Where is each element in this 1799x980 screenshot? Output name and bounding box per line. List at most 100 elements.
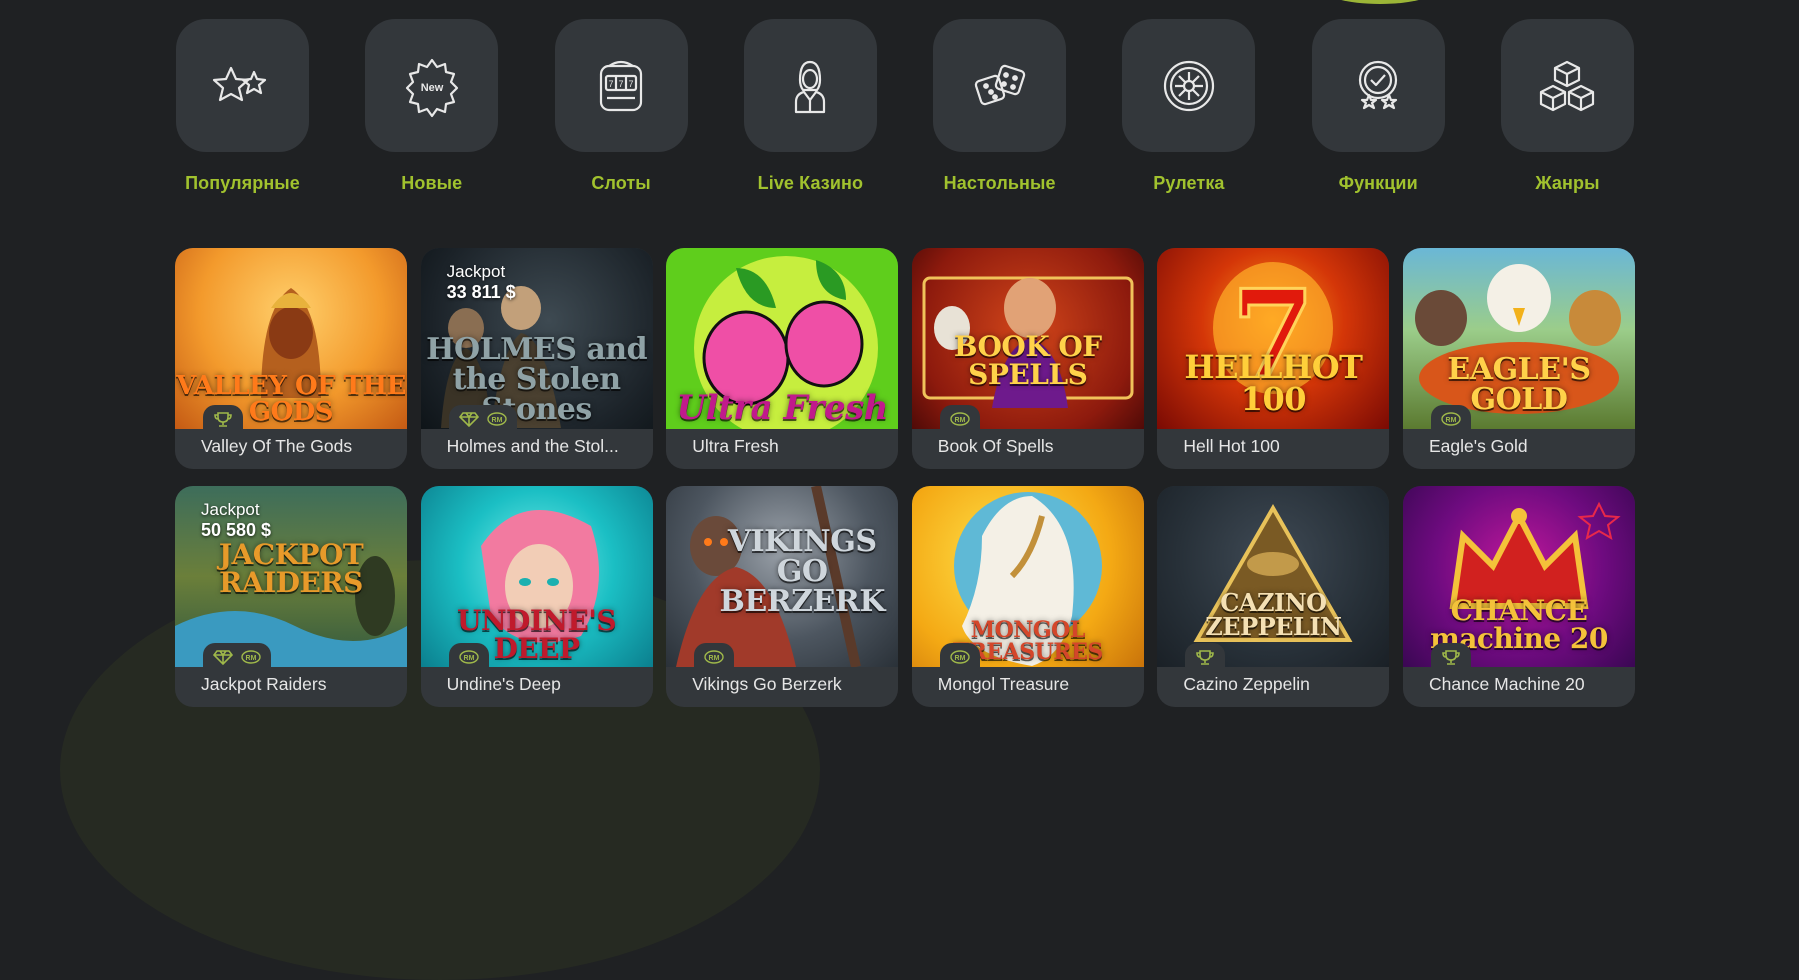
- svg-text:New: New: [420, 82, 443, 94]
- game-thumbnail[interactable]: Jackpot 33 811 $ HOLMES and the Stolen S…: [420, 248, 653, 429]
- game-card-hell-hot-100[interactable]: 7 HELLHOT 100 Hell Hot 100: [1157, 248, 1390, 469]
- category-tile[interactable]: [933, 19, 1067, 152]
- game-card-ultra-fresh[interactable]: Ultra Fresh Ultra Fresh: [666, 248, 899, 469]
- category-genres[interactable]: Жанры: [1500, 19, 1634, 194]
- game-badges: [1430, 643, 1471, 671]
- game-badges: RM: [939, 643, 980, 671]
- game-name: Book Of Spells: [937, 436, 1054, 456]
- svg-text:RM: RM: [463, 655, 474, 662]
- diamond-icon: [213, 650, 233, 665]
- game-badges: RM: [203, 643, 271, 671]
- category-tile[interactable]: New: [365, 19, 499, 152]
- svg-text:RM: RM: [954, 655, 965, 662]
- game-card-undines-deep[interactable]: UNDINE'S DEEP RM Undine's Deep: [420, 486, 653, 707]
- jackpot-label: Jackpot: [446, 262, 506, 281]
- rm-icon: RM: [950, 650, 970, 664]
- game-card-cazino-zeppelin[interactable]: CAZINO ZEPPELIN Cazino Zeppelin: [1157, 486, 1390, 707]
- jackpot-info: Jackpot 50 580 $: [201, 500, 271, 541]
- game-card-eagles-gold[interactable]: EAGLE'S GOLD RM Eagle's Gold: [1402, 248, 1635, 469]
- game-thumbnail[interactable]: VIKINGS GO BERZERK: [666, 486, 899, 667]
- svg-text:RM: RM: [246, 655, 257, 662]
- category-tile[interactable]: [1311, 19, 1445, 152]
- category-features[interactable]: Функции: [1311, 19, 1445, 194]
- live-dealer-icon: [795, 60, 826, 113]
- game-thumbnail[interactable]: EAGLE'S GOLD: [1402, 248, 1635, 429]
- rm-icon: RM: [458, 650, 479, 664]
- jackpot-info: Jackpot 33 811 $: [447, 262, 516, 303]
- slot-machine-icon: 7 7 7: [599, 60, 643, 111]
- category-label: Новые: [401, 173, 463, 193]
- category-nav: Популярные New Новые 7 7 7 Слоты Live Ка…: [176, 19, 1634, 194]
- game-name: Valley Of The Gods: [201, 436, 353, 456]
- category-tile[interactable]: [743, 19, 877, 152]
- category-new[interactable]: New Новые: [365, 19, 499, 194]
- category-tile[interactable]: [176, 19, 309, 152]
- svg-text:RM: RM: [491, 417, 502, 424]
- category-slots[interactable]: 7 7 7 Слоты: [554, 19, 688, 194]
- game-art-title: CAZINO ZEPPELIN: [1205, 588, 1342, 641]
- dice-icon: [974, 64, 1025, 105]
- game-name: Mongol Treasure: [937, 674, 1070, 694]
- game-card-book-of-spells[interactable]: BOOK OF SPELLS RM Book Of Spells: [911, 248, 1144, 469]
- game-thumbnail[interactable]: VALLEY OF THE GODS: [175, 248, 407, 429]
- category-tile[interactable]: [1500, 19, 1634, 152]
- rm-icon: RM: [241, 650, 261, 664]
- game-thumbnail[interactable]: CHANCE machine 20: [1402, 486, 1635, 667]
- game-name: Jackpot Raiders: [201, 674, 327, 694]
- game-name: Eagle's Gold: [1428, 436, 1528, 456]
- game-thumbnail[interactable]: UNDINE'S DEEP: [420, 486, 653, 667]
- category-label: Функции: [1338, 173, 1418, 193]
- svg-text:RM: RM: [709, 655, 720, 662]
- trophy-icon: [1442, 650, 1460, 665]
- games-grid: VALLEY OF THE GODS Valley Of The Gods Ja…: [175, 248, 1635, 707]
- game-art-title: VIKINGS GO BERZERK: [719, 524, 885, 619]
- category-table[interactable]: Настольные: [933, 19, 1067, 194]
- game-name: Cazino Zeppelin: [1183, 674, 1310, 694]
- game-card-holmes[interactable]: Jackpot 33 811 $ HOLMES and the Stolen S…: [420, 248, 653, 469]
- category-tile[interactable]: 7 7 7: [554, 19, 688, 152]
- game-name: Holmes and the Stol...: [446, 436, 619, 456]
- svg-text:RM: RM: [954, 417, 965, 424]
- game-card-chance-machine-20[interactable]: CHANCE machine 20 Chance Machine 20: [1402, 486, 1635, 707]
- roulette-icon: [1163, 60, 1215, 111]
- category-label: Популярные: [185, 173, 300, 193]
- category-label: Слоты: [591, 173, 651, 193]
- game-card-valley-of-the-gods[interactable]: VALLEY OF THE GODS Valley Of The Gods: [175, 248, 407, 469]
- category-label: Live Казино: [757, 173, 864, 193]
- game-thumbnail[interactable]: CAZINO ZEPPELIN: [1157, 486, 1390, 667]
- game-name: Chance Machine 20: [1428, 674, 1585, 694]
- award-check-icon: [1359, 60, 1398, 109]
- game-thumbnail[interactable]: BOOK OF SPELLS: [911, 248, 1144, 429]
- category-roulette[interactable]: Рулетка: [1122, 19, 1256, 194]
- game-badges: [203, 405, 243, 433]
- game-thumbnail[interactable]: Ultra Fresh: [666, 248, 899, 429]
- game-card-vikings-go-berzerk[interactable]: VIKINGS GO BERZERK RM Vikings Go Berzerk: [666, 486, 899, 707]
- game-badges: RM: [448, 405, 517, 433]
- game-card-jackpot-raiders[interactable]: Jackpot 50 580 $ JACKPOT RAIDERS RM Jack…: [175, 486, 407, 707]
- category-popular[interactable]: Популярные: [176, 19, 309, 194]
- game-name: Vikings Go Berzerk: [692, 674, 842, 694]
- game-thumbnail[interactable]: Jackpot 50 580 $ JACKPOT RAIDERS: [175, 486, 407, 667]
- game-name: Ultra Fresh: [692, 436, 779, 456]
- svg-text:7: 7: [629, 79, 634, 89]
- category-tile[interactable]: [1122, 19, 1256, 152]
- game-art-title: Ultra Fresh: [676, 388, 888, 428]
- rm-icon: RM: [704, 650, 724, 664]
- game-badges: RM: [939, 405, 980, 433]
- svg-text:7: 7: [619, 79, 624, 89]
- diamond-icon: [458, 412, 479, 427]
- cubes-icon: [1540, 60, 1595, 111]
- category-live-casino[interactable]: Live Казино: [743, 19, 877, 194]
- rm-icon: RM: [1441, 412, 1461, 426]
- game-thumbnail[interactable]: 7 HELLHOT 100: [1157, 248, 1390, 429]
- rm-icon: RM: [950, 412, 970, 426]
- stars-icon: [212, 66, 266, 101]
- game-badges: RM: [448, 643, 489, 671]
- game-card-mongol-treasure[interactable]: MONGOL TREASURES RM Mongol Treasure: [911, 486, 1144, 707]
- game-badges: RM: [694, 643, 735, 671]
- game-name: Undine's Deep: [446, 674, 561, 694]
- game-art-title: HELLHOT 100: [1184, 348, 1363, 418]
- decorative-glow-top: [1320, 0, 1440, 4]
- game-thumbnail[interactable]: MONGOL TREASURES: [911, 486, 1144, 667]
- trophy-icon: [1196, 650, 1215, 665]
